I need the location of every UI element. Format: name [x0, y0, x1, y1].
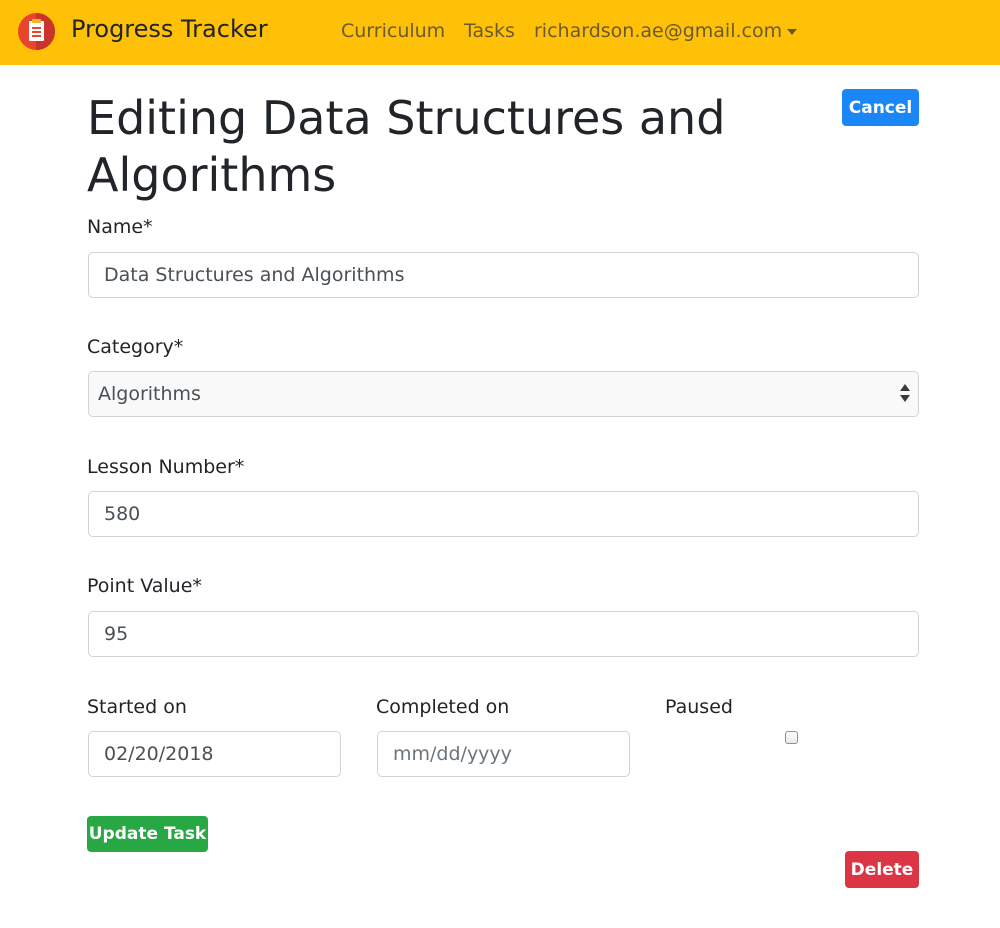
nav-link-curriculum[interactable]: Curriculum — [341, 20, 445, 42]
started-on-label: Started on — [87, 696, 187, 718]
lesson-number-label: Lesson Number* — [87, 456, 245, 478]
completed-on-field[interactable]: mm/dd/yyyy — [377, 731, 630, 777]
completed-on-label: Completed on — [376, 696, 510, 718]
select-arrows-icon — [900, 384, 910, 404]
navbar: Progress Tracker Curriculum Tasks richar… — [0, 0, 1000, 65]
cancel-button[interactable]: Cancel — [842, 89, 919, 126]
update-task-button[interactable]: Update Task — [87, 816, 208, 852]
started-on-field[interactable]: 02/20/2018 — [88, 731, 341, 777]
paused-checkbox[interactable] — [785, 731, 798, 744]
brand-link[interactable]: Progress Tracker — [71, 15, 268, 43]
chevron-down-icon[interactable] — [787, 29, 797, 35]
delete-button[interactable]: Delete — [845, 851, 919, 888]
name-field[interactable]: Data Structures and Algorithms — [88, 252, 919, 298]
category-label: Category* — [87, 336, 184, 358]
name-label: Name* — [87, 216, 153, 238]
category-select[interactable]: Algorithms — [88, 371, 919, 417]
nav-link-tasks[interactable]: Tasks — [464, 20, 515, 42]
category-selected-value: Algorithms — [98, 383, 201, 405]
point-value-field[interactable]: 95 — [88, 611, 919, 657]
clipboard-icon[interactable] — [18, 13, 55, 50]
point-value-label: Point Value* — [87, 575, 202, 597]
user-menu-toggle[interactable]: richardson.ae@gmail.com — [534, 20, 782, 42]
page-title: Editing Data Structures and Algorithms — [87, 91, 726, 202]
paused-label: Paused — [665, 696, 733, 718]
lesson-number-field[interactable]: 580 — [88, 491, 919, 537]
